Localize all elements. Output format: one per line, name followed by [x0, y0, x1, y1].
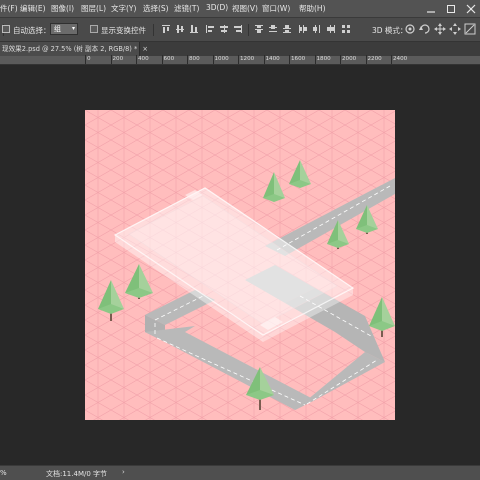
document-tab[interactable]: 现效果2.psd @ 27.5% (树 副本 2, RGB/8) * × — [0, 42, 148, 56]
distribute-hcenter-icon[interactable] — [312, 24, 322, 34]
ruler-tick-label: 400 — [138, 56, 149, 62]
horizontal-ruler[interactable]: 0 200 400 600 800 1000 1200 1400 1600 1800 2000 220… — [0, 55, 480, 65]
menu-image[interactable]: 图像(I) — [51, 3, 74, 14]
distribute-top-icon[interactable] — [254, 24, 264, 34]
ruler-tick-label: 0 — [87, 56, 91, 62]
chevron-right-icon[interactable]: › — [122, 468, 125, 476]
maximize-icon[interactable] — [444, 3, 458, 15]
3d-slide-icon[interactable] — [449, 23, 461, 35]
document-canvas[interactable] — [85, 110, 395, 420]
ruler-tick-label: 1200 — [240, 56, 255, 62]
ruler-tick-label: 1000 — [214, 56, 229, 62]
menu-edit[interactable]: 编辑(E) — [20, 3, 46, 14]
ruler-tick-label: 1800 — [316, 56, 331, 62]
ruler-tick — [136, 55, 137, 64]
document-tab-title: 现效果2.psd @ 27.5% (树 副本 2, RGB/8) * — [2, 45, 138, 53]
align-bottom-icon[interactable] — [189, 24, 199, 34]
menu-bar: 件(F) 编辑(E) 图像(I) 图层(L) 文字(Y) 选择(S) 滤镜(T)… — [0, 0, 480, 18]
ruler-tick-label: 1400 — [265, 56, 280, 62]
3d-roll-icon[interactable] — [419, 23, 431, 35]
divider — [248, 24, 249, 36]
menu-select[interactable]: 选择(S) — [143, 3, 169, 14]
ruler-tick-label: 800 — [189, 56, 200, 62]
auto-select-value: 组 — [54, 25, 61, 33]
menu-layer[interactable]: 图层(L) — [81, 3, 106, 14]
3d-scale-icon[interactable] — [464, 23, 476, 35]
menu-help[interactable]: 帮助(H) — [299, 3, 326, 14]
ruler-tick — [314, 55, 316, 64]
minimize-icon[interactable] — [424, 3, 438, 15]
window-controls — [416, 0, 480, 18]
ruler-tick-label: 2200 — [367, 56, 382, 62]
menu-filter[interactable]: 滤镜(T) — [174, 3, 199, 14]
ruler-tick-label: 600 — [163, 56, 175, 62]
distribute-center-icon[interactable] — [268, 24, 278, 34]
auto-select-dropdown[interactable]: 组 ▾ — [50, 23, 78, 35]
divider — [153, 24, 154, 36]
ruler-tick — [85, 55, 86, 64]
ruler-tick-label: 2400 — [393, 56, 408, 62]
close-icon[interactable]: × — [142, 45, 148, 53]
3d-drag-icon[interactable] — [434, 23, 446, 35]
ruler-tick-label: 2000 — [342, 56, 357, 62]
ruler-tick — [263, 55, 265, 64]
align-top-icon[interactable] — [161, 24, 171, 34]
align-left-icon[interactable] — [205, 24, 215, 34]
distribute-bottom-icon[interactable] — [282, 24, 292, 34]
distribute-right-icon[interactable] — [326, 24, 336, 34]
close-icon[interactable] — [464, 3, 478, 15]
ruler-tick-label: 1600 — [291, 56, 306, 62]
ruler-tick — [289, 55, 290, 64]
auto-align-icon[interactable] — [341, 24, 351, 34]
ruler-tick-label: 200 — [112, 56, 124, 62]
chevron-down-icon: ▾ — [71, 25, 75, 32]
ruler-tick — [110, 55, 112, 64]
ruler-tick — [391, 55, 392, 64]
align-right-icon[interactable] — [233, 24, 243, 34]
align-horizontal-center-icon[interactable] — [219, 24, 229, 34]
ruler-tick — [161, 55, 163, 64]
3d-mode-label: 3D 模式： — [372, 26, 408, 35]
ruler-tick — [238, 55, 239, 64]
show-transform-checkbox[interactable] — [90, 25, 98, 33]
3d-rotate-icon[interactable] — [404, 23, 416, 35]
menu-type[interactable]: 文字(Y) — [111, 3, 136, 14]
menu-3d[interactable]: 3D(D) — [206, 3, 228, 12]
menu-window[interactable]: 窗口(W) — [262, 3, 290, 14]
menu-file[interactable]: 件(F) — [0, 3, 18, 14]
ruler-tick — [212, 55, 214, 64]
status-bar: % 文档:11.4M/0 字节 › — [0, 465, 480, 480]
ruler-tick — [365, 55, 367, 64]
show-transform-label: 显示变换控件 — [101, 26, 146, 35]
auto-select-checkbox[interactable] — [2, 25, 10, 33]
document-tab-bar: 现效果2.psd @ 27.5% (树 副本 2, RGB/8) * × — [0, 42, 480, 56]
document-info[interactable]: 文档:11.4M/0 字节 — [46, 469, 107, 479]
ruler-tick — [187, 55, 188, 64]
options-bar: 自动选择： 组 ▾ 显示变换控件 3D 模式： — [0, 18, 480, 42]
ruler-tick — [340, 55, 341, 64]
zoom-level[interactable]: % — [0, 469, 7, 477]
auto-select-label: 自动选择： — [13, 26, 51, 35]
menu-view[interactable]: 视图(V) — [232, 3, 258, 14]
artwork — [85, 110, 395, 420]
distribute-left-icon[interactable] — [298, 24, 308, 34]
align-vertical-center-icon[interactable] — [175, 24, 185, 34]
